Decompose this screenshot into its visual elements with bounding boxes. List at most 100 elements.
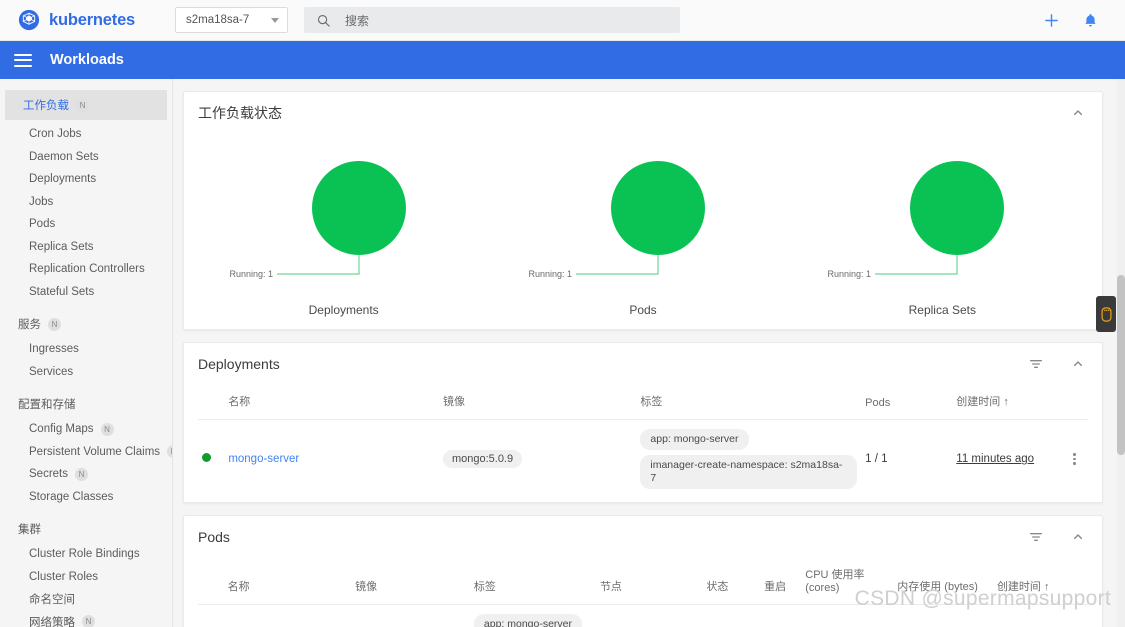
label-chip: app: mongo-server: [473, 614, 583, 627]
pods-table: 名称 镜像 标签 节点 状态 重启 CPU 使用率 (cores) 内存使用 (…: [198, 558, 1088, 627]
sidebar-item-工作负载[interactable]: 工作负载 N: [5, 90, 167, 120]
sidebar-item-config-maps[interactable]: Config Maps N: [0, 418, 172, 441]
bell-icon[interactable]: [1082, 12, 1099, 29]
row-status-indicator: [198, 605, 224, 627]
top-bar: kubernetes s2ma18sa-7 搜索: [0, 0, 1125, 41]
sidebar-item-label: Daemon Sets: [29, 150, 99, 163]
col-name[interactable]: 名称: [223, 558, 352, 606]
main-content: 工作负载状态 Running: 1 Deployments Running: 1 Po…: [173, 79, 1117, 627]
col-cpu-line1: CPU 使用率: [805, 569, 865, 582]
collapse-chevron-up-icon[interactable]: [1070, 356, 1086, 372]
label-chip: app: mongo-server: [640, 429, 749, 451]
filter-icon[interactable]: [1028, 356, 1044, 372]
sidebar-item-网络策略[interactable]: 网络策略 N: [0, 611, 172, 627]
sidebar-item-cluster-role-bindings[interactable]: Cluster Role Bindings: [0, 543, 172, 566]
row-image-chip: mongo:5.0.9: [442, 450, 523, 469]
col-name[interactable]: 名称: [224, 385, 439, 420]
page-scrollbar[interactable]: [1117, 79, 1125, 627]
sidebar-item-persistent-volume-claims[interactable]: Persistent Volume ClaimsN: [0, 441, 172, 464]
usb-device-tab-icon[interactable]: [1096, 296, 1116, 332]
sidebar-item-label: 网络策略: [29, 616, 75, 627]
col-node[interactable]: 节点: [595, 558, 703, 606]
sidebar-item-ingresses[interactable]: Ingresses: [0, 338, 172, 361]
col-image[interactable]: 镜像: [438, 385, 637, 420]
col-status: [198, 385, 225, 420]
col-created[interactable]: 创建时间 ↑: [992, 558, 1065, 606]
col-image[interactable]: 镜像: [351, 558, 470, 606]
status-pie-chart[interactable]: Running: 1: [209, 142, 479, 287]
sidebar-item-label: Stateful Sets: [29, 285, 95, 298]
row-name-value[interactable]: mongo-server: [228, 453, 299, 465]
workload-status-cell: Running: 1 Replica Sets: [793, 134, 1092, 317]
col-cpu-line2: (cores): [805, 582, 840, 595]
sidebar-item-deployments[interactable]: Deployments: [0, 168, 172, 191]
col-cpu[interactable]: CPU 使用率 (cores): [801, 558, 894, 606]
col-labels[interactable]: 标签: [469, 558, 596, 606]
col-actions: [1063, 385, 1088, 420]
sidebar-item-label: 命名空间: [29, 594, 75, 607]
sidebar-item-secrets[interactable]: Secrets N: [0, 463, 172, 486]
hamburger-menu-icon[interactable]: [14, 53, 32, 67]
sidebar-item-jobs[interactable]: Jobs: [0, 191, 172, 214]
col-labels[interactable]: 标签: [636, 385, 862, 420]
sidebar-item-pods[interactable]: Pods: [0, 213, 172, 236]
table-row[interactable]: mongo-server-7647b4f45-hd58tmongo:5.0.9a…: [198, 605, 1088, 627]
status-legend-label: Running: 1: [528, 269, 572, 279]
sidebar-item-replica-sets[interactable]: Replica Sets: [0, 236, 172, 259]
col-memory[interactable]: 内存使用 (bytes): [893, 558, 993, 606]
sidebar-item-label: 工作负载: [23, 100, 69, 112]
col-created[interactable]: 创建时间 ↑: [952, 385, 1064, 420]
collapse-chevron-up-icon[interactable]: [1070, 105, 1086, 121]
scrollbar-thumb[interactable]: [1117, 275, 1125, 455]
workload-status-chart: Running: 1 Deployments Running: 1 Pods Runni…: [184, 134, 1102, 329]
pods-table-head: 名称 镜像 标签 节点 状态 重启 CPU 使用率 (cores) 内存使用 (…: [198, 558, 1088, 606]
sidebar-item-label: Cluster Role Bindings: [29, 548, 140, 561]
brand-title: kubernetes: [49, 10, 136, 29]
search-input[interactable]: 搜索: [345, 12, 369, 29]
col-pods[interactable]: Pods: [861, 385, 953, 420]
plus-icon[interactable]: [1043, 12, 1060, 29]
sidebar-item-stateful-sets[interactable]: Stateful Sets: [0, 281, 172, 304]
sidebar-item-label: Ingresses: [29, 343, 79, 356]
status-pie-chart[interactable]: Running: 1: [807, 142, 1077, 287]
filter-icon[interactable]: [1028, 529, 1044, 545]
namespace-selector[interactable]: s2ma18sa-7: [175, 7, 288, 33]
sidebar-item-label: 集群: [18, 524, 41, 536]
pods-header: Pods: [184, 516, 1102, 558]
workload-status-title: 工作负载状态: [198, 105, 282, 121]
sidebar-item-命名空间[interactable]: 命名空间: [0, 588, 172, 611]
sidebar-item-cron-jobs[interactable]: Cron Jobs: [0, 123, 172, 146]
kebab-menu-icon[interactable]: [1068, 453, 1082, 465]
deployments-card: Deployments 名称 镜像 标签 Pods 创建时间 ↑ mongo-s…: [183, 342, 1103, 504]
row-pods-value: 1 / 1: [865, 453, 888, 466]
sidebar-item-label: Pods: [29, 218, 56, 231]
sidebar-item-storage-classes[interactable]: Storage Classes: [0, 486, 172, 509]
sidebar-item-replication-controllers[interactable]: Replication Controllers: [0, 258, 172, 281]
sidebar-item-daemon-sets[interactable]: Daemon Sets: [0, 146, 172, 169]
sidebar-item-cluster-roles[interactable]: Cluster Roles: [0, 566, 172, 589]
pods-table-body: mongo-server-7647b4f45-hd58tmongo:5.0.9a…: [198, 605, 1088, 627]
table-row[interactable]: mongo-server mongo:5.0.9 app: mongo-server…: [198, 420, 1088, 499]
sidebar-item-label: 服务: [18, 319, 41, 331]
collapse-chevron-up-icon[interactable]: [1070, 529, 1086, 545]
search-bar[interactable]: 搜索: [304, 7, 680, 33]
sidebar-item-label: Config Maps: [29, 423, 94, 436]
workload-status-cell: Running: 1 Pods: [493, 134, 792, 317]
row-created: 11 minutes ago: [993, 605, 1064, 627]
pods-card: Pods 名称 镜像 标签 节点 状态 重启 CPU 使用率 (cores) 内…: [183, 515, 1103, 627]
status-pie-chart[interactable]: Running: 1: [508, 142, 778, 287]
sidebar-item-services[interactable]: Services: [0, 361, 172, 384]
row-node: ls: [596, 605, 702, 627]
col-state[interactable]: 状态: [702, 558, 761, 606]
namespace-badge: N: [48, 317, 61, 331]
row-created-value[interactable]: 11 minutes ago: [956, 453, 1034, 465]
row-actions-cell: [1064, 420, 1088, 499]
row-created: 11 minutes ago: [952, 420, 1063, 499]
col-restarts[interactable]: 重启: [760, 558, 802, 606]
sidebar-item-label: 配置和存储: [18, 399, 76, 411]
status-legend-label: Running: 1: [828, 269, 872, 279]
sidebar-group-集群: 集群: [0, 515, 172, 543]
namespace-badge: N: [82, 615, 95, 627]
brand-logo[interactable]: kubernetes: [0, 9, 175, 31]
deployments-header: Deployments: [184, 343, 1102, 385]
